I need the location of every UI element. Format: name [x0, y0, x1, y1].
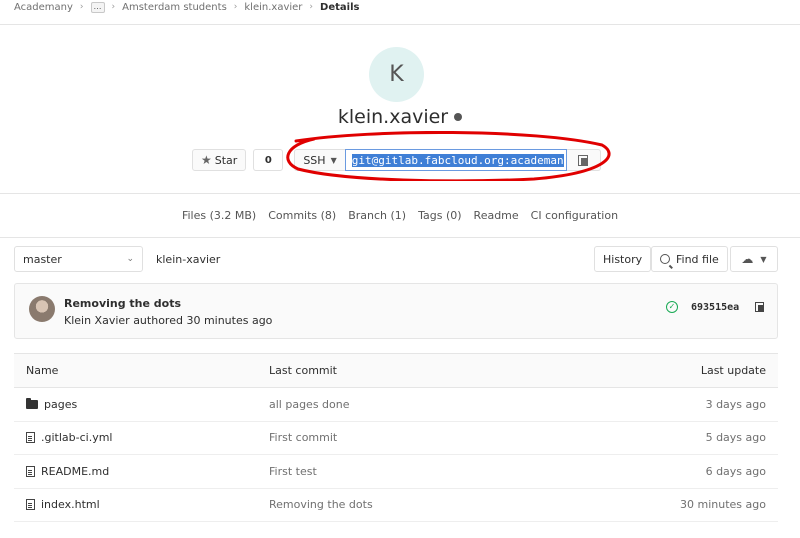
- pipeline-success-icon[interactable]: ✓: [666, 301, 678, 313]
- star-icon: ★: [201, 153, 212, 167]
- search-icon: [660, 254, 670, 264]
- last-commit-panel: Removing the dots Klein Xavier authored …: [14, 283, 778, 339]
- history-button[interactable]: History: [594, 246, 652, 272]
- commit-sha[interactable]: 693515ea: [691, 302, 739, 313]
- project-actions: ★ Star 0 SSH ▼ git@gitlab.fabcloud.org:a…: [192, 149, 601, 171]
- file-icon: [26, 465, 35, 477]
- copy-sha-icon[interactable]: [755, 302, 764, 312]
- table-row[interactable]: index.html Removing the dots 30 minutes …: [14, 489, 778, 522]
- stat-tags[interactable]: Tags (0): [418, 209, 461, 222]
- find-file-label: Find file: [676, 252, 719, 266]
- file-last-commit[interactable]: First test: [269, 465, 618, 478]
- header-last-update: Last update: [700, 364, 766, 377]
- project-name: klein.xavier: [337, 106, 449, 128]
- clone-group: SSH ▼ git@gitlab.fabcloud.org:academan: [294, 149, 601, 171]
- divider: [0, 24, 800, 25]
- globe-icon: [454, 113, 463, 121]
- breadcrumb-project[interactable]: klein.xavier: [244, 2, 302, 13]
- project-avatar: K: [369, 47, 424, 102]
- file-last-update: 5 days ago: [705, 431, 766, 445]
- file-name[interactable]: pages: [44, 398, 77, 411]
- clone-url-selected-text: git@gitlab.fabcloud.org:academan: [351, 153, 564, 167]
- caret-down-icon: ▼: [330, 155, 337, 165]
- star-count[interactable]: 0: [253, 149, 284, 171]
- branch-select[interactable]: master ⌄: [14, 246, 143, 272]
- file-last-commit[interactable]: all pages done: [269, 398, 618, 411]
- project-title: klein.xavier: [0, 106, 800, 128]
- breadcrumb-group[interactable]: Academany: [14, 2, 73, 13]
- file-icon: [26, 499, 35, 511]
- file-last-commit[interactable]: First commit: [269, 431, 618, 444]
- divider: [0, 193, 800, 194]
- project-stats-nav: Files (3.2 MB) Commits (8) Branch (1) Ta…: [0, 209, 800, 222]
- file-last-commit[interactable]: Removing the dots: [269, 498, 618, 511]
- stat-readme[interactable]: Readme: [474, 209, 519, 222]
- file-icon: [26, 432, 35, 444]
- find-file-button[interactable]: Find file: [651, 246, 728, 272]
- chevron-right-icon: ›: [111, 2, 116, 12]
- table-row[interactable]: .gitlab-ci.yml First commit 5 days ago: [14, 422, 778, 455]
- repo-path[interactable]: klein-xavier: [156, 253, 220, 266]
- caret-down-icon: ▼: [760, 254, 767, 264]
- download-dropdown[interactable]: ☁ ▼: [730, 246, 778, 272]
- stat-commits[interactable]: Commits (8): [268, 209, 336, 222]
- divider: [0, 237, 800, 238]
- stat-branches[interactable]: Branch (1): [348, 209, 406, 222]
- stat-ci-configuration[interactable]: CI configuration: [531, 209, 618, 222]
- file-table: Name Last commit Last update pages all p…: [14, 353, 778, 522]
- avatar[interactable]: [29, 296, 55, 322]
- file-name[interactable]: README.md: [41, 465, 109, 478]
- header-last-commit: Last commit: [269, 364, 337, 377]
- commit-title[interactable]: Removing the dots: [64, 297, 181, 310]
- breadcrumb-subgroup[interactable]: Amsterdam students: [122, 2, 227, 13]
- file-last-update: 30 minutes ago: [680, 498, 766, 512]
- clone-protocol-label: SSH: [303, 153, 326, 167]
- table-row[interactable]: README.md First test 6 days ago: [14, 455, 778, 489]
- breadcrumb-ellipsis-button[interactable]: …: [90, 1, 105, 13]
- header-name: Name: [26, 364, 59, 377]
- breadcrumb: Academany › … › Amsterdam students › kle…: [14, 0, 359, 14]
- download-icon: ☁: [741, 252, 754, 266]
- file-name[interactable]: .gitlab-ci.yml: [41, 431, 112, 444]
- branch-name: master: [23, 252, 62, 266]
- chevron-right-icon: ›: [79, 2, 84, 12]
- copy-url-button[interactable]: [566, 149, 601, 171]
- breadcrumb-current: Details: [320, 1, 360, 13]
- chevron-down-icon: ⌄: [126, 254, 134, 264]
- chevron-right-icon: ›: [233, 2, 238, 12]
- clone-url-input[interactable]: git@gitlab.fabcloud.org:academan: [344, 149, 567, 171]
- file-last-update: 3 days ago: [705, 397, 766, 411]
- file-name[interactable]: index.html: [41, 498, 100, 511]
- table-row[interactable]: pages all pages done 3 days ago: [14, 388, 778, 422]
- star-label: Star: [214, 153, 238, 167]
- star-button[interactable]: ★ Star: [192, 149, 247, 171]
- table-header: Name Last commit Last update: [14, 353, 778, 388]
- commit-meta: Klein Xavier authored 30 minutes ago: [64, 314, 273, 327]
- stat-files[interactable]: Files (3.2 MB): [182, 209, 256, 222]
- chevron-right-icon: ›: [309, 2, 314, 12]
- clone-protocol-dropdown[interactable]: SSH ▼: [294, 149, 345, 171]
- copy-icon: [578, 154, 589, 166]
- file-last-update: 6 days ago: [705, 464, 766, 478]
- folder-icon: [26, 397, 38, 409]
